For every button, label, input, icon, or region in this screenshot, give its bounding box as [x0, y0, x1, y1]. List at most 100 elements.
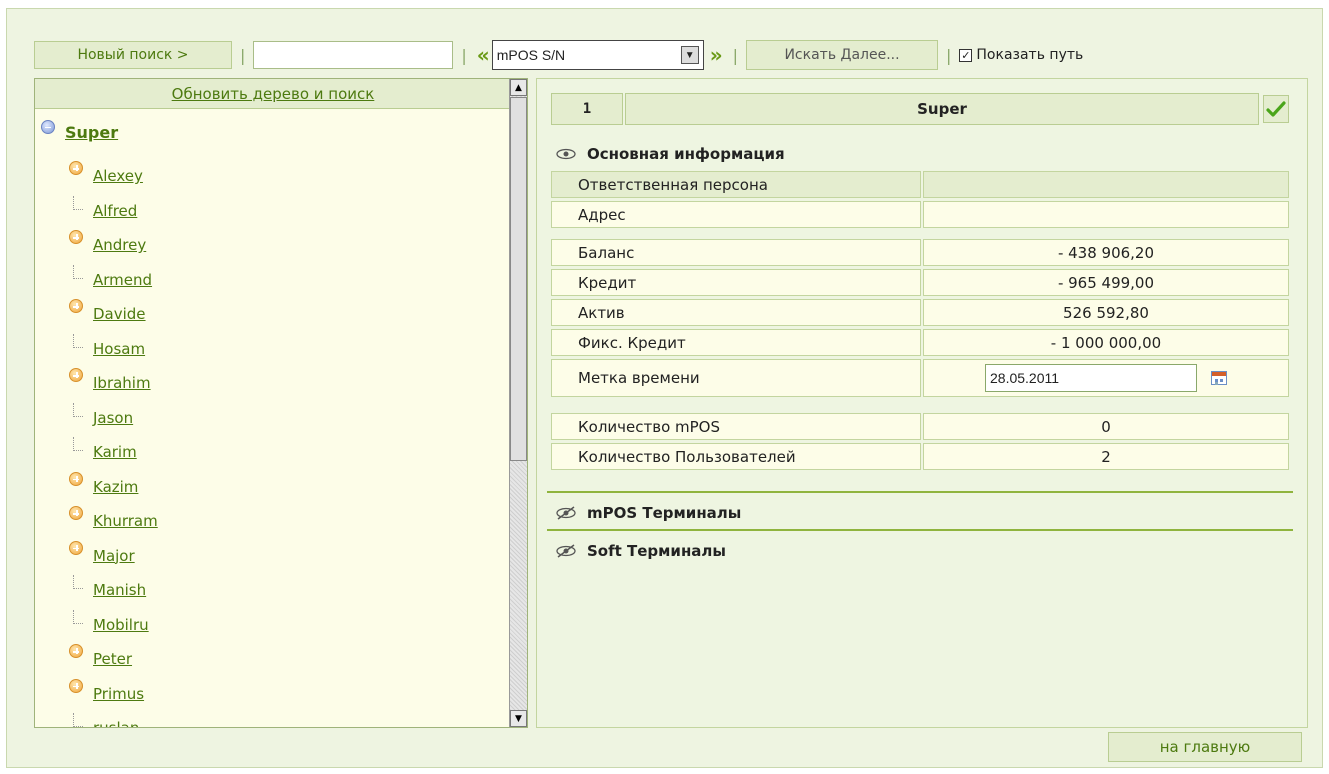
refresh-tree-link[interactable]: Обновить дерево и поиск — [172, 85, 375, 103]
main-info-title: Основная информация — [587, 145, 785, 163]
separator: | — [461, 45, 467, 65]
info-label: Кредит — [551, 269, 921, 296]
separator: | — [240, 45, 246, 65]
new-search-button[interactable]: Новый поиск > — [34, 41, 232, 69]
expand-icon[interactable] — [69, 230, 83, 244]
expand-icon[interactable] — [69, 540, 83, 555]
prev-result-button[interactable]: « — [477, 45, 490, 65]
scrollbar-thumb[interactable] — [510, 97, 527, 461]
search-next-button[interactable]: Искать Далее... — [746, 40, 939, 70]
tree-item-link[interactable]: Kazim — [93, 478, 138, 496]
expand-icon[interactable] — [69, 471, 83, 486]
search-field-select[interactable]: mPOS S/N ▼ — [491, 40, 704, 70]
tree-item-link[interactable]: Khurram — [93, 512, 158, 530]
scroll-down-icon[interactable]: ▼ — [510, 710, 527, 727]
tree-connector — [73, 575, 83, 589]
section-divider — [547, 491, 1293, 493]
info-value: 526 592,80 — [923, 299, 1289, 326]
tree-item-link[interactable]: Peter — [93, 650, 132, 668]
tree-item-link[interactable]: Primus — [93, 685, 144, 703]
expand-icon[interactable] — [69, 299, 83, 313]
tree-item-link[interactable]: ruslan — [93, 719, 139, 727]
tree-connector — [73, 609, 83, 624]
info-label: Метка времени — [551, 359, 921, 397]
show-path-checkbox[interactable]: ✓ — [959, 48, 973, 62]
tree-item-link[interactable]: Davide — [93, 305, 146, 323]
info-row: Метка времени 28.05.2011 — [551, 359, 1289, 397]
expand-icon[interactable] — [69, 506, 83, 520]
section-divider — [547, 529, 1293, 531]
calendar-icon[interactable] — [1211, 371, 1227, 385]
eye-hidden-icon — [556, 506, 576, 520]
info-row: Кредит - 965 499,00 — [551, 269, 1289, 296]
tree-item-link[interactable]: Alfred — [93, 202, 137, 220]
tree-item-link[interactable]: Andrey — [93, 236, 146, 254]
tree-item: Hosam — [69, 333, 145, 364]
tree-scrollbar[interactable]: ▲ ▼ — [509, 79, 527, 727]
eye-icon — [556, 148, 576, 160]
tree-root: Super — [41, 119, 118, 142]
info-value: - 1 000 000,00 — [923, 329, 1289, 356]
tree-item-link[interactable]: Hosam — [93, 340, 145, 358]
next-result-button[interactable]: » — [710, 45, 723, 65]
info-value: 2 — [923, 443, 1289, 470]
info-value: 0 — [923, 413, 1289, 440]
tree-connector — [73, 437, 83, 451]
eye-hidden-icon — [556, 544, 576, 558]
expand-icon[interactable] — [69, 368, 83, 382]
refresh-tree-bar: Обновить дерево и поиск — [35, 79, 511, 109]
detail-number: 1 — [551, 93, 623, 125]
timestamp-date-input[interactable]: 28.05.2011 — [985, 364, 1197, 392]
info-label: Актив — [551, 299, 921, 326]
tree-item-link[interactable]: Mobilru — [93, 616, 149, 634]
home-button[interactable]: на главную — [1108, 732, 1302, 762]
tree-item: Khurram — [69, 506, 158, 536]
info-label: Количество mPOS — [551, 413, 921, 440]
tree-item: Jason — [69, 402, 133, 433]
tree-root-link[interactable]: Super — [65, 123, 118, 142]
search-toolbar: Новый поиск > | | « mPOS S/N ▼ » | Искат… — [34, 40, 1083, 70]
tree-item-link[interactable]: Major — [93, 547, 135, 565]
chevron-down-icon[interactable]: ▼ — [680, 46, 699, 64]
info-row: Количество Пользователей 2 — [551, 443, 1289, 470]
info-label: Адрес — [551, 201, 921, 228]
mpos-section[interactable]: mPOS Терминалы — [555, 504, 741, 522]
info-row: Адрес — [551, 201, 1289, 228]
scroll-up-icon[interactable]: ▲ — [510, 79, 527, 96]
expand-icon[interactable] — [69, 678, 83, 693]
tree-item-link[interactable]: Manish — [93, 581, 146, 599]
tree-item: Mobilru — [69, 609, 149, 640]
info-label: Фикс. Кредит — [551, 329, 921, 356]
tree-item: ruslan — [69, 713, 139, 727]
show-path-label: Показать путь — [976, 47, 1084, 63]
info-label: Баланс — [551, 239, 921, 266]
collapse-icon[interactable] — [41, 119, 55, 134]
info-value — [923, 201, 1289, 228]
search-input[interactable] — [253, 41, 454, 69]
tree-item: Andrey — [69, 230, 146, 260]
info-row: Баланс - 438 906,20 — [551, 239, 1289, 266]
tree-connector — [73, 333, 83, 348]
tree-connector — [73, 195, 83, 210]
info-value: - 438 906,20 — [923, 239, 1289, 266]
tree-item: Alexey — [69, 161, 143, 191]
expand-icon[interactable] — [69, 161, 83, 175]
tree-panel: Обновить дерево и поиск Super Alexey Alfr… — [34, 78, 528, 728]
info-row: Актив 526 592,80 — [551, 299, 1289, 326]
tree-item-link[interactable]: Ibrahim — [93, 374, 151, 392]
tree-item-link[interactable]: Jason — [93, 409, 133, 427]
search-field-select-value: mPOS S/N — [496, 47, 566, 63]
info-value: - 965 499,00 — [923, 269, 1289, 296]
tree-item: Alfred — [69, 195, 137, 226]
separator: | — [946, 45, 952, 65]
expand-icon[interactable] — [69, 644, 83, 658]
tree-item-link[interactable]: Alexey — [93, 167, 143, 185]
main-info-section[interactable]: Основная информация — [555, 145, 785, 163]
tree-item-link[interactable]: Karim — [93, 443, 137, 461]
tree-item: Armend — [69, 264, 152, 295]
tree-item: Manish — [69, 575, 146, 605]
tree-item-link[interactable]: Armend — [93, 271, 152, 289]
checkmark-icon[interactable] — [1263, 95, 1289, 123]
soft-section[interactable]: Soft Терминалы — [555, 542, 726, 560]
detail-panel: 1 Super Основная информация Ответственна… — [536, 78, 1308, 728]
